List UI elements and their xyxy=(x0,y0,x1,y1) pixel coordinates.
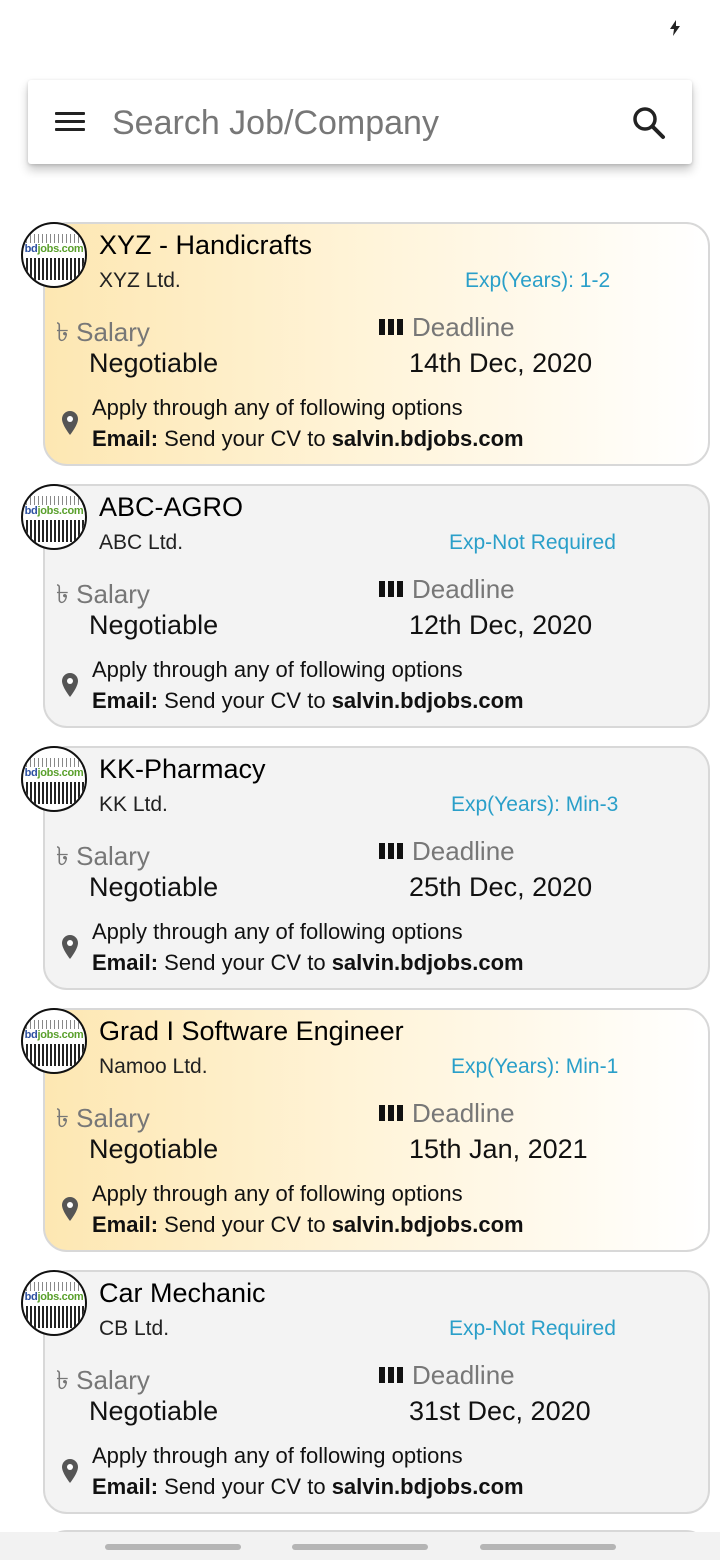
job-title[interactable]: XYZ - Handicrafts xyxy=(99,230,312,261)
nav-back-handle[interactable] xyxy=(105,1544,241,1550)
job-title[interactable]: ABC-AGRO xyxy=(99,492,243,523)
deadline-value: 12th Dec, 2020 xyxy=(409,610,593,640)
salary-value: Negotiable xyxy=(89,610,219,640)
menu-icon[interactable] xyxy=(55,110,85,134)
deadline-label: Deadline xyxy=(412,836,515,866)
salary-value: Negotiable xyxy=(89,1396,219,1426)
experience-label: Exp-Not Required xyxy=(449,1317,616,1340)
apply-instructions: Apply through any of following options xyxy=(92,1443,463,1468)
deadline-value: 25th Dec, 2020 xyxy=(409,872,593,902)
deadline-label: Deadline xyxy=(412,312,515,342)
location-pin-icon xyxy=(62,935,78,959)
email-instructions: Email: Send your CV to salvin.bdjobs.com xyxy=(92,1474,524,1499)
email-instructions: Email: Send your CV to salvin.bdjobs.com xyxy=(92,688,524,713)
email-address[interactable]: salvin.bdjobs.com xyxy=(332,1474,524,1499)
calendar-bars-icon xyxy=(379,581,403,597)
deadline-value: 15th Jan, 2021 xyxy=(409,1134,588,1164)
company-logo: bdjobs.com xyxy=(21,222,87,288)
nav-recents-handle[interactable] xyxy=(480,1544,616,1550)
search-input[interactable] xyxy=(112,100,592,146)
salary-value: Negotiable xyxy=(89,348,219,378)
deadline-value: 14th Dec, 2020 xyxy=(409,348,593,378)
nav-home-handle[interactable] xyxy=(292,1544,428,1550)
location-pin-icon xyxy=(62,1459,78,1483)
calendar-bars-icon xyxy=(379,1105,403,1121)
email-instructions: Email: Send your CV to salvin.bdjobs.com xyxy=(92,950,524,975)
deadline-label: Deadline xyxy=(412,1098,515,1128)
deadline-value: 31st Dec, 2020 xyxy=(409,1396,591,1426)
location-pin-icon xyxy=(62,673,78,697)
company-logo: bdjobs.com xyxy=(21,1008,87,1074)
calendar-bars-icon xyxy=(379,843,403,859)
experience-label: Exp(Years): Min-3 xyxy=(451,793,619,816)
apply-instructions: Apply through any of following options xyxy=(92,657,463,682)
apply-instructions: Apply through any of following options xyxy=(92,1181,463,1206)
search-icon[interactable] xyxy=(632,106,666,140)
apply-instructions: Apply through any of following options xyxy=(92,919,463,944)
company-logo: bdjobs.com xyxy=(21,484,87,550)
email-instructions: Email: Send your CV to salvin.bdjobs.com xyxy=(92,1212,524,1237)
job-title[interactable]: Car Mechanic xyxy=(99,1278,266,1309)
email-address[interactable]: salvin.bdjobs.com xyxy=(332,950,524,975)
company-name: XYZ Ltd. xyxy=(99,269,181,292)
company-logo: bdjobs.com xyxy=(21,1270,87,1336)
email-instructions: Email: Send your CV to salvin.bdjobs.com xyxy=(92,426,524,451)
company-name: KK Ltd. xyxy=(99,793,168,816)
salary-value: Negotiable xyxy=(89,1134,219,1164)
status-bar xyxy=(0,0,720,60)
experience-label: Exp-Not Required xyxy=(449,531,616,554)
job-title[interactable]: KK-Pharmacy xyxy=(99,754,266,785)
location-pin-icon xyxy=(62,411,78,435)
company-logo: bdjobs.com xyxy=(21,746,87,812)
apply-instructions: Apply through any of following options xyxy=(92,395,463,420)
email-address[interactable]: salvin.bdjobs.com xyxy=(332,688,524,713)
email-address[interactable]: salvin.bdjobs.com xyxy=(332,1212,524,1237)
company-name: Namoo Ltd. xyxy=(99,1055,208,1078)
company-name: CB Ltd. xyxy=(99,1317,170,1340)
location-pin-icon xyxy=(62,1197,78,1221)
calendar-bars-icon xyxy=(379,1367,403,1383)
deadline-label: Deadline xyxy=(412,574,515,604)
salary-value: Negotiable xyxy=(89,872,219,902)
job-title[interactable]: Grad I Software Engineer xyxy=(99,1016,404,1047)
email-address[interactable]: salvin.bdjobs.com xyxy=(332,426,524,451)
company-name: ABC Ltd. xyxy=(99,531,184,554)
calendar-bars-icon xyxy=(379,319,403,335)
experience-label: Exp(Years): Min-1 xyxy=(451,1055,619,1078)
deadline-label: Deadline xyxy=(412,1360,515,1390)
bolt-icon xyxy=(670,20,680,36)
experience-label: Exp(Years): 1-2 xyxy=(465,269,611,292)
